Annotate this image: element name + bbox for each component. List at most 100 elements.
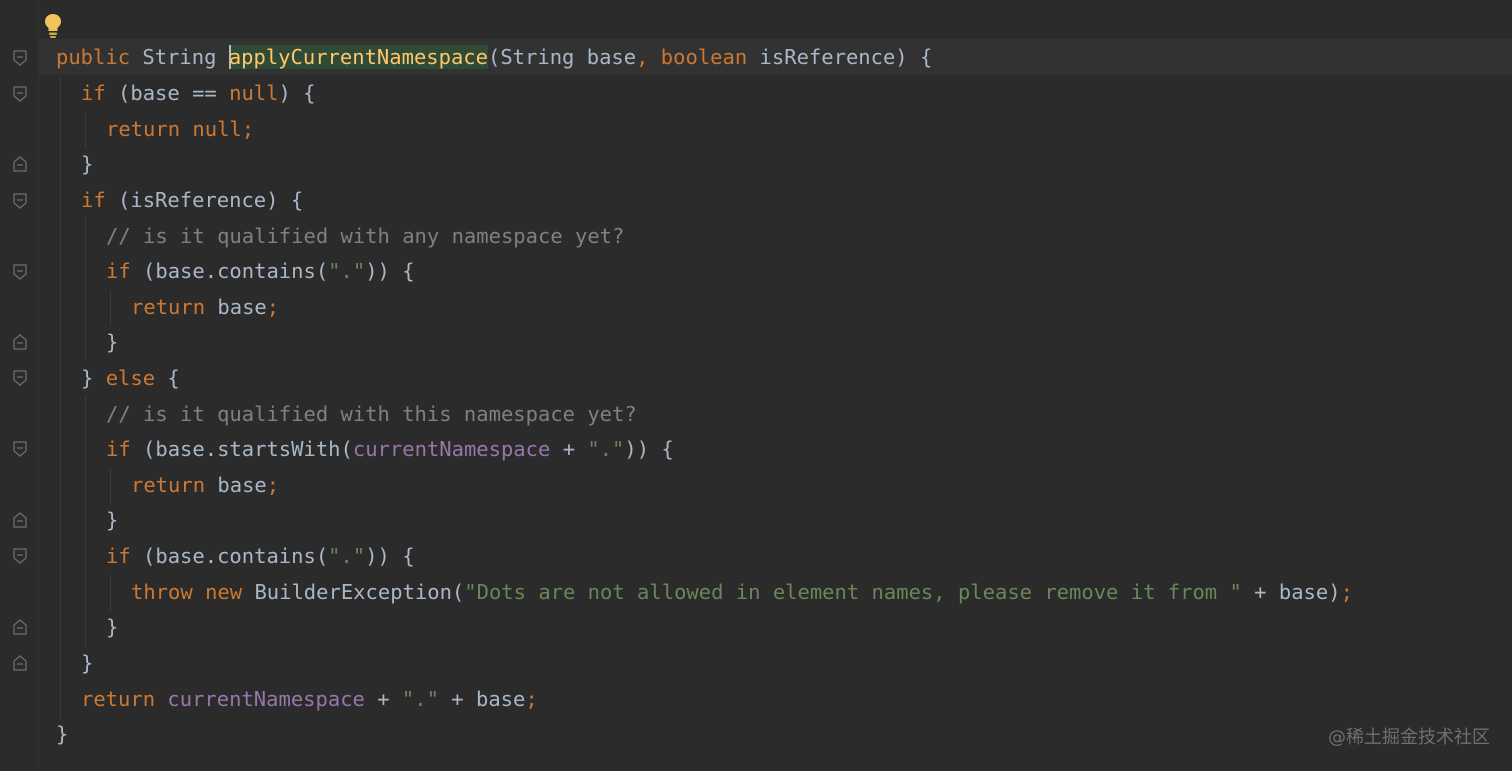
punctuation: } bbox=[106, 615, 119, 639]
field-reference: currentNamespace bbox=[167, 687, 365, 711]
keyword: throw bbox=[131, 580, 193, 604]
punctuation: } bbox=[56, 722, 69, 746]
identifier: base bbox=[217, 295, 267, 319]
punctuation: )) { bbox=[365, 259, 415, 283]
keyword: return bbox=[106, 117, 181, 141]
punctuation: } bbox=[81, 651, 94, 675]
string-literal: "Dots are not allowed in element names, … bbox=[464, 580, 1242, 604]
punctuation: { bbox=[167, 366, 180, 390]
expression: + base) bbox=[1254, 580, 1341, 604]
indent-guide bbox=[110, 575, 111, 611]
keyword: public bbox=[56, 45, 131, 69]
type-name: String bbox=[142, 45, 217, 69]
code-line[interactable]: } bbox=[81, 645, 93, 681]
punctuation: )) { bbox=[365, 544, 415, 568]
method-name: applyCurrentNamespace bbox=[228, 45, 488, 69]
keyword: else bbox=[105, 366, 156, 390]
punctuation: ; bbox=[266, 473, 280, 497]
punctuation: , bbox=[636, 45, 649, 69]
indent-guide bbox=[85, 218, 86, 358]
comment: // is it qualified with any namespace ye… bbox=[106, 224, 625, 248]
operator: + bbox=[377, 687, 390, 711]
indent-guide bbox=[60, 76, 61, 718]
punctuation: } bbox=[106, 330, 119, 354]
code-line[interactable]: if (base.startsWith(currentNamespace + "… bbox=[106, 431, 674, 467]
fold-marker-icon[interactable] bbox=[12, 263, 28, 281]
punctuation: )) { bbox=[624, 437, 674, 461]
expression: (base.contains( bbox=[143, 544, 329, 568]
fold-marker-icon[interactable] bbox=[12, 654, 28, 672]
constructor-call: BuilderException( bbox=[254, 580, 465, 604]
watermark: @稀土掘金技术社区 bbox=[1328, 727, 1490, 748]
expression: + base bbox=[451, 687, 526, 711]
fold-marker-icon[interactable] bbox=[12, 155, 28, 173]
parameter-list: (String base bbox=[488, 45, 637, 69]
keyword: if bbox=[106, 437, 131, 461]
punctuation: ; bbox=[525, 687, 538, 711]
fold-marker-icon[interactable] bbox=[12, 440, 28, 458]
keyword: if bbox=[106, 259, 131, 283]
identifier: base bbox=[217, 473, 267, 497]
code-line[interactable]: public String applyCurrentNamespace(Stri… bbox=[56, 39, 932, 75]
string-literal: "." bbox=[587, 437, 625, 461]
code-line[interactable]: } bbox=[106, 502, 118, 538]
keyword: boolean bbox=[660, 45, 748, 69]
string-literal: "." bbox=[328, 259, 366, 283]
punctuation: } bbox=[81, 152, 94, 176]
fold-marker-icon[interactable] bbox=[12, 333, 28, 351]
indent-guide bbox=[85, 396, 86, 646]
code-line[interactable]: } else { bbox=[81, 360, 180, 396]
fold-marker-icon[interactable] bbox=[12, 49, 28, 67]
punctuation: } bbox=[81, 366, 94, 390]
code-line[interactable]: // is it qualified with any namespace ye… bbox=[106, 218, 624, 254]
keyword: return bbox=[131, 295, 206, 319]
string-literal: "." bbox=[328, 544, 366, 568]
keyword: null bbox=[229, 81, 279, 105]
code-line[interactable]: return base; bbox=[131, 467, 279, 503]
lightbulb-icon[interactable] bbox=[44, 13, 62, 39]
keyword: if bbox=[81, 188, 106, 212]
expression: (base.contains( bbox=[143, 259, 329, 283]
gutter-divider bbox=[38, 0, 39, 771]
fold-marker-icon[interactable] bbox=[12, 547, 28, 565]
code-line[interactable]: } bbox=[81, 146, 93, 182]
fold-marker-icon[interactable] bbox=[12, 618, 28, 636]
comment: // is it qualified with this namespace y… bbox=[106, 402, 637, 426]
field-reference: currentNamespace bbox=[352, 437, 551, 461]
code-line[interactable]: return null; bbox=[106, 111, 254, 147]
punctuation: ; bbox=[1340, 580, 1353, 604]
code-line[interactable]: return currentNamespace + "." + base; bbox=[81, 681, 538, 717]
string-literal: "." bbox=[401, 687, 439, 711]
expression: (base.startsWith( bbox=[143, 437, 353, 461]
code-line[interactable]: } bbox=[106, 609, 118, 645]
fold-marker-icon[interactable] bbox=[12, 511, 28, 529]
indent-guide bbox=[110, 290, 111, 326]
fold-marker-icon[interactable] bbox=[12, 192, 28, 210]
expression: (base == bbox=[118, 81, 217, 105]
keyword: return bbox=[131, 473, 206, 497]
punctuation: ) { bbox=[278, 81, 316, 105]
code-line[interactable]: if (base.contains(".")) { bbox=[106, 253, 415, 289]
fold-marker-icon[interactable] bbox=[12, 85, 28, 103]
code-line[interactable]: if (base.contains(".")) { bbox=[106, 538, 415, 574]
keyword: if bbox=[81, 81, 106, 105]
expression: (isReference) { bbox=[118, 188, 304, 212]
parameter-list: isReference) { bbox=[759, 45, 933, 69]
code-line[interactable]: if (isReference) { bbox=[81, 182, 303, 218]
indent-guide bbox=[110, 468, 111, 504]
keyword: new bbox=[205, 580, 243, 604]
keyword: if bbox=[106, 544, 131, 568]
keyword: null; bbox=[192, 117, 255, 141]
punctuation: } bbox=[106, 508, 119, 532]
code-line[interactable]: if (base == null) { bbox=[81, 75, 316, 111]
keyword: return bbox=[81, 687, 156, 711]
code-line[interactable]: } bbox=[56, 716, 68, 752]
code-line[interactable]: // is it qualified with this namespace y… bbox=[106, 396, 637, 432]
code-line[interactable]: return base; bbox=[131, 289, 279, 325]
code-line[interactable]: } bbox=[106, 324, 118, 360]
code-editor[interactable]: public String applyCurrentNamespace(Stri… bbox=[0, 0, 1512, 771]
code-line[interactable]: throw new BuilderException("Dots are not… bbox=[131, 574, 1353, 610]
operator: + bbox=[562, 437, 576, 461]
fold-marker-icon[interactable] bbox=[12, 369, 28, 387]
punctuation: ; bbox=[266, 295, 280, 319]
